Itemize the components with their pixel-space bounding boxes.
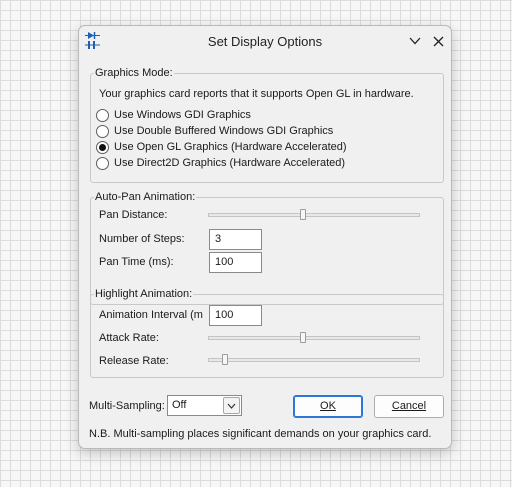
slider-thumb[interactable]: [300, 332, 307, 343]
pan-time-label: Pan Time (ms):: [99, 256, 174, 268]
slider-thumb[interactable]: [300, 209, 307, 220]
radio-button[interactable]: [96, 140, 109, 154]
cancel-button-label: Cancel: [391, 400, 427, 412]
radio-button[interactable]: [96, 124, 109, 138]
pan-distance-slider[interactable]: [208, 209, 420, 221]
radio-direct2d[interactable]: Use Direct2D Graphics (Hardware Accelera…: [96, 156, 345, 170]
pan-time-input[interactable]: 100: [209, 252, 262, 273]
close-icon[interactable]: [428, 31, 448, 51]
dialog-title: Set Display Options: [207, 34, 323, 49]
auto-pan-legend: Auto-Pan Animation:: [94, 191, 197, 203]
attack-rate-slider[interactable]: [208, 332, 420, 344]
release-rate-label: Release Rate:: [99, 355, 169, 367]
radio-label: Use Windows GDI Graphics: [114, 109, 251, 121]
cancel-button[interactable]: Cancel: [374, 395, 444, 418]
steps-input[interactable]: 3: [209, 229, 262, 250]
attack-rate-label: Attack Rate:: [99, 332, 159, 344]
highlight-animation-group: Highlight Animation: Animation Interval …: [90, 288, 444, 378]
slider-track: [208, 336, 420, 340]
chevron-down-icon[interactable]: [405, 31, 425, 51]
radio-opengl[interactable]: Use Open GL Graphics (Hardware Accelerat…: [96, 140, 347, 154]
steps-label: Number of Steps:: [99, 233, 185, 245]
slider-thumb[interactable]: [221, 354, 228, 365]
title-bar[interactable]: Set Display Options: [79, 26, 451, 56]
graphics-mode-group: Graphics Mode: Your graphics card report…: [90, 67, 444, 183]
display-options-dialog: Set Display Options Graphics Mode: Your …: [78, 25, 452, 449]
multisampling-label: Multi-Sampling:: [89, 400, 165, 412]
pan-distance-label: Pan Distance:: [99, 209, 168, 221]
animation-interval-label: Animation Interval (m: [99, 309, 203, 321]
radio-gdi[interactable]: Use Windows GDI Graphics: [96, 108, 251, 122]
radio-double-buffered-gdi[interactable]: Use Double Buffered Windows GDI Graphics: [96, 124, 333, 138]
radio-label: Use Direct2D Graphics (Hardware Accelera…: [114, 157, 346, 169]
chevron-down-icon[interactable]: [223, 397, 240, 414]
graphics-mode-legend: Graphics Mode:: [94, 67, 174, 79]
multisampling-note: N.B. Multi-sampling places significant d…: [89, 428, 432, 440]
radio-button[interactable]: [96, 156, 109, 170]
radio-label: Use Double Buffered Windows GDI Graphics: [114, 125, 334, 137]
graphics-info-text: Your graphics card reports that it suppo…: [99, 88, 414, 100]
radio-button[interactable]: [96, 108, 109, 122]
ok-button-label: OK: [320, 400, 336, 412]
highlight-legend: Highlight Animation:: [94, 288, 194, 300]
multisampling-select[interactable]: Off: [167, 395, 242, 416]
animation-interval-input[interactable]: 100: [209, 305, 262, 326]
slider-track: [208, 358, 420, 362]
slider-track: [208, 213, 420, 217]
radio-label: Use Open GL Graphics (Hardware Accelerat…: [114, 141, 347, 153]
release-rate-slider[interactable]: [208, 354, 420, 366]
multisampling-value: Off: [172, 399, 187, 411]
ok-button[interactable]: OK: [293, 395, 363, 418]
